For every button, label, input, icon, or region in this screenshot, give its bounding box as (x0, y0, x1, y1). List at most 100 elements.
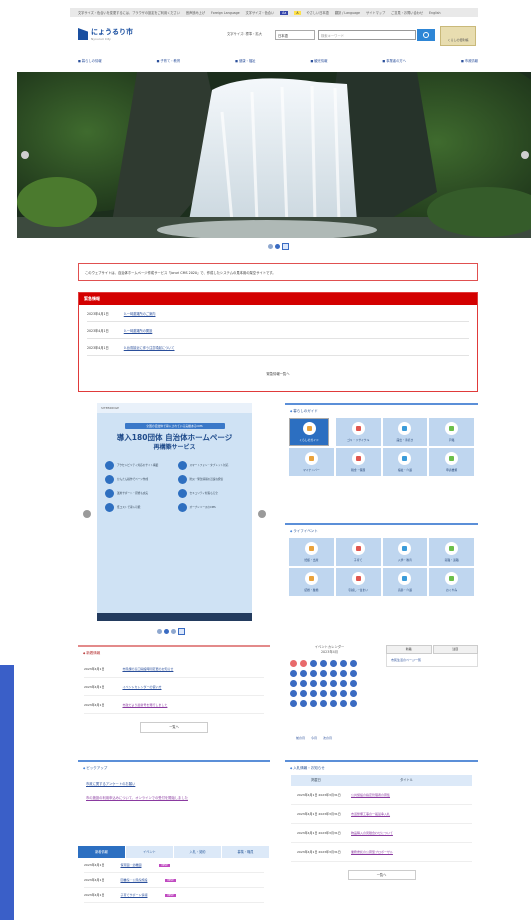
guide-corner-button[interactable]: くらしの便利帳 (440, 26, 476, 46)
calendar-day[interactable] (290, 680, 297, 687)
utility-link[interactable]: ご意見・お問い合わせ (391, 10, 423, 15)
news-link[interactable]: 市民課の窓口開設時間変更のお知らせ (122, 667, 173, 671)
news-tab[interactable]: 入札・契約 (174, 846, 221, 858)
tile-life_event[interactable]: 妊娠・出産 (289, 538, 334, 566)
banner-next-arrow-icon[interactable] (258, 510, 266, 518)
calendar-day[interactable] (330, 680, 337, 687)
hero-dot-1[interactable] (268, 244, 273, 249)
tile-life_event[interactable]: 引越し・住まい (335, 568, 381, 596)
promo-banner[interactable]: SITEBRIDGE 全国の自治体で導入されている実績あるCMS 導入180団体… (97, 403, 252, 621)
calendar-day[interactable] (310, 700, 317, 707)
nav-item[interactable]: 子育て・教育 (157, 58, 180, 63)
site-logo[interactable]: にょうるり市 Nyoururi City (78, 27, 133, 41)
tile-life_event[interactable]: 高齢・介護 (382, 568, 428, 596)
utility-link[interactable]: 文字サイズ・色合い (246, 10, 275, 15)
emergency-link[interactable]: 0.一時避難所のご案内 (124, 311, 156, 316)
calendar-day[interactable] (300, 670, 307, 677)
calendar-day[interactable] (320, 670, 327, 677)
calendar-day[interactable] (320, 680, 327, 687)
calendar-day[interactable] (330, 670, 337, 677)
calendar-day[interactable] (290, 700, 297, 707)
tile-life_event[interactable]: おくやみ (429, 568, 474, 596)
news-more-button[interactable]: 一覧へ (140, 722, 208, 733)
tender-link[interactable]: 公共施設の指定管理者の募集 (341, 793, 472, 797)
utility-link[interactable]: English (429, 11, 441, 15)
news-tab[interactable]: イベント (126, 846, 173, 858)
news-link[interactable]: 市政だより最新号を発行しました (122, 703, 167, 707)
calendar-day[interactable] (290, 670, 297, 677)
tender-link[interactable]: 業務委託の公募型プロポーザル (341, 850, 472, 854)
hero-dot-2[interactable] (275, 244, 280, 249)
pickup-link-1[interactable]: 市政に関するアンケートのお願い (78, 775, 270, 786)
calendar-day[interactable] (320, 660, 327, 667)
calendar-day[interactable] (330, 660, 337, 667)
calendar-day[interactable] (340, 690, 347, 697)
calendar-day[interactable] (330, 690, 337, 697)
contrast-toggle-b[interactable]: A (294, 10, 301, 15)
nav-item[interactable]: 観光情報 (310, 58, 327, 63)
nav-item[interactable]: 暮らしの情報 (78, 58, 102, 63)
calendar-day[interactable] (310, 680, 317, 687)
tender-more-button[interactable]: 一覧へ (347, 870, 416, 880)
utility-link[interactable]: 文字サイズ・色合いを変更するには、ブラウザの設定をご利用ください (78, 10, 180, 15)
language-select[interactable]: 日本語 (275, 30, 315, 40)
tab-news-link[interactable]: 保育園・幼稚園 (120, 863, 141, 867)
tile-life_panel[interactable]: 福祉・介護 (382, 448, 428, 476)
calendar-day[interactable] (290, 690, 297, 697)
calendar-day[interactable] (310, 690, 317, 697)
news-tab[interactable]: 募集・職員 (222, 846, 269, 858)
calendar-day[interactable] (350, 680, 357, 687)
calendar-day[interactable] (300, 700, 307, 707)
pause-icon[interactable] (282, 243, 289, 250)
tile-life_event[interactable]: 就職・退職 (429, 538, 474, 566)
emergency-link[interactable]: 0.一時避難所の開設 (124, 328, 153, 333)
tile-life_event[interactable]: 入学・教育 (382, 538, 428, 566)
calendar-day[interactable] (320, 700, 327, 707)
tab-news-link[interactable]: 図書館・公民館施設 (120, 878, 147, 882)
tender-link[interactable]: 物品購入の見積合わせについて (341, 831, 472, 835)
banner-dot[interactable] (157, 629, 162, 634)
search-input[interactable]: 検索キーワード (318, 30, 416, 40)
news-tab[interactable]: 新着情報 (78, 846, 125, 858)
calendar-day[interactable] (350, 690, 357, 697)
tab-news-link[interactable]: 子育てサポート情報 (120, 893, 147, 897)
calendar-day[interactable] (330, 700, 337, 707)
emergency-more-link[interactable]: 緊急情報一覧へ (79, 371, 477, 376)
calendar-day[interactable] (340, 680, 347, 687)
tile-life_event[interactable]: 子育て (335, 538, 381, 566)
tile-life_panel[interactable]: 戸籍 (429, 418, 474, 446)
pause-icon[interactable] (178, 628, 185, 635)
tile-life_panel[interactable]: マイナンバー (289, 448, 334, 476)
calendar-nav-link[interactable]: 今月 (311, 736, 317, 740)
utility-link[interactable]: やさしい日本語 (307, 10, 329, 15)
pickup-link-2[interactable]: 市の施設の利用申込みについて、オンラインでの受付を開始しました (78, 786, 270, 800)
side-tab[interactable]: 注目 (432, 645, 478, 654)
tile-life_panel[interactable]: くらしのガイド (289, 418, 329, 446)
calendar-day[interactable] (350, 700, 357, 707)
nav-item[interactable]: 健康・福祉 (235, 58, 255, 63)
news-link[interactable]: イベントカレンダーの使い方 (122, 685, 161, 689)
hero-slideshow[interactable] (17, 72, 531, 238)
calendar-day[interactable] (340, 670, 347, 677)
utility-link[interactable]: 翻訳 / Language (335, 10, 360, 15)
contrast-toggle-a[interactable]: Aa (280, 10, 289, 15)
tile-life_event[interactable]: 結婚・離婚 (289, 568, 334, 596)
emergency-link[interactable]: 0.台風接近に伴う注意喚起について (124, 345, 175, 350)
calendar-day[interactable] (320, 690, 327, 697)
calendar-day[interactable] (290, 660, 297, 667)
tender-link[interactable]: 市道整備工事の一般競争入札 (341, 812, 472, 816)
banner-dot[interactable] (164, 629, 169, 634)
banner-dot[interactable] (171, 629, 176, 634)
calendar-day[interactable] (300, 690, 307, 697)
nav-item[interactable]: 市政情報 (461, 58, 478, 63)
utility-link[interactable]: Foreign Language (211, 11, 240, 15)
banner-prev-arrow-icon[interactable] (83, 510, 91, 518)
calendar-day[interactable] (300, 680, 307, 687)
side-tab-link[interactable]: 市民生活のページ一覧 (386, 654, 478, 667)
calendar-day[interactable] (350, 670, 357, 677)
utility-link[interactable]: サイトマップ (366, 10, 385, 15)
tile-life_panel[interactable]: 届出・手続き (382, 418, 428, 446)
calendar-day[interactable] (300, 660, 307, 667)
calendar-nav-link[interactable]: 次の月 (323, 736, 332, 740)
search-button[interactable] (417, 29, 435, 41)
